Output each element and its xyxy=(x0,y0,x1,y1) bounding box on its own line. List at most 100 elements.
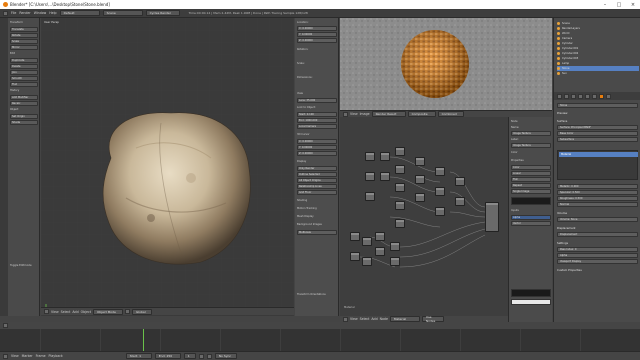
material-slot-field[interactable]: Stone xyxy=(557,103,638,108)
timeline-menu-frame[interactable]: Frame xyxy=(36,354,46,358)
node-color-section[interactable]: Color xyxy=(511,151,518,154)
translate-button[interactable]: Translate xyxy=(10,27,38,32)
flat-button[interactable]: Flat xyxy=(10,82,38,87)
node-properties-section[interactable]: Properties xyxy=(511,159,524,162)
outliner-row-cylinder-001[interactable]: Cylinder.001 xyxy=(557,46,639,51)
preview-section[interactable]: Preview xyxy=(557,111,567,115)
material-tab-icon[interactable] xyxy=(599,93,604,99)
node-image-preview[interactable] xyxy=(511,197,551,205)
section-object[interactable]: Object xyxy=(10,108,18,111)
np-cursor-x[interactable]: X: 0.00000 xyxy=(297,139,337,144)
base-color-field[interactable]: Base Color xyxy=(557,131,638,136)
viewport-menu-object[interactable]: Object xyxy=(81,310,91,314)
end-frame-field[interactable]: End: 250 xyxy=(154,353,181,359)
node-menu-add[interactable]: Add xyxy=(371,317,377,321)
np-lens-field[interactable]: Lens: 35.000 xyxy=(297,98,337,103)
render-tab-icon[interactable] xyxy=(557,93,562,99)
outliner-row-renderlayers[interactable]: RenderLayers xyxy=(557,26,639,31)
node-mix-2[interactable] xyxy=(380,172,390,181)
node-section[interactable]: Node xyxy=(511,120,518,123)
smooth-button[interactable]: Smooth xyxy=(10,76,38,81)
layout-dropdown[interactable]: Default xyxy=(59,10,100,16)
settings-section[interactable]: Settings xyxy=(557,241,568,245)
texture-tab-icon[interactable] xyxy=(606,93,611,99)
outliner-row-stone[interactable]: Stone xyxy=(557,66,639,71)
timeline-ruler[interactable] xyxy=(0,329,640,351)
node-menu-node[interactable]: Node xyxy=(380,317,388,321)
image-menu-image[interactable]: Image xyxy=(360,112,370,116)
scene-dropdown[interactable]: Scene xyxy=(102,10,143,16)
node-alpha-socket[interactable]: Alpha xyxy=(511,215,551,220)
image-menu-view[interactable]: View xyxy=(350,112,358,116)
node-wave[interactable] xyxy=(362,257,372,266)
outliner-row-scene[interactable]: Scene xyxy=(557,21,639,26)
scale-button[interactable]: Scale xyxy=(10,39,38,44)
node-editor[interactable]: Material xyxy=(340,117,508,316)
node-color-swatch-light[interactable] xyxy=(511,299,551,305)
play-icon[interactable] xyxy=(198,353,204,359)
current-frame-field[interactable]: 1 xyxy=(183,353,196,359)
outliner-row-lamp[interactable]: Lamp xyxy=(557,61,639,66)
displacement-section[interactable]: Displacement xyxy=(557,226,575,230)
menu-help[interactable]: Help xyxy=(49,11,56,15)
editor-type-icon[interactable] xyxy=(3,10,8,16)
section-transform[interactable]: Transform xyxy=(10,21,23,24)
join-button[interactable]: Join xyxy=(10,70,38,75)
tool-shelf-tabs[interactable] xyxy=(0,18,8,316)
np-motion-tracking[interactable]: Motion Tracking xyxy=(297,207,317,210)
node-interpolation[interactable]: Linear xyxy=(511,171,551,176)
node-mix-3[interactable] xyxy=(435,167,445,176)
material-list[interactable]: Material xyxy=(557,150,638,180)
current-frame-marker[interactable] xyxy=(143,329,144,351)
np-cursor-y[interactable]: Y: 0.00000 xyxy=(297,145,337,150)
node-mix-4[interactable] xyxy=(435,187,445,196)
viewport-canvas[interactable] xyxy=(41,18,294,316)
maximize-button[interactable]: □ xyxy=(612,0,626,9)
np-clip-start[interactable]: Start: 0.100 xyxy=(297,112,337,117)
image-editor-icon[interactable] xyxy=(343,111,348,117)
node-name-field[interactable]: Image Texture xyxy=(511,131,551,136)
engine-dropdown[interactable]: Cycles Render xyxy=(145,10,180,16)
np-field-z[interactable]: Z: 0.00000 xyxy=(297,38,337,43)
node-texture-2[interactable] xyxy=(365,172,375,181)
3d-viewport[interactable]: User Persp (1) Stone xyxy=(41,18,294,316)
outliner-row-sun[interactable]: Sun xyxy=(557,71,639,76)
np-view-section[interactable]: View xyxy=(297,92,303,95)
roughness-field[interactable]: Roughness: 0.500 xyxy=(557,196,638,201)
outliner-row-camera[interactable]: Camera xyxy=(557,36,639,41)
shading-icon[interactable] xyxy=(124,309,130,314)
node-inputs-section[interactable]: Inputs xyxy=(511,209,519,212)
subsurface-field[interactable]: Subsurface xyxy=(557,137,638,142)
node-extension[interactable]: Repeat xyxy=(511,183,551,188)
render-result-image[interactable] xyxy=(340,18,552,110)
outliner-row-cylinder-003[interactable]: Cylinder.003 xyxy=(557,56,639,61)
section-edit[interactable]: Edit xyxy=(10,52,15,55)
np-all-origins[interactable]: All Object Origins xyxy=(297,178,337,183)
viewport-menu-add[interactable]: Add xyxy=(72,310,78,314)
node-color-ramp-2[interactable] xyxy=(395,165,405,174)
np-field-y[interactable]: Y: 0.00000 xyxy=(297,32,337,37)
specular-field[interactable]: Specular: 0.500 xyxy=(557,190,638,195)
np-only-render[interactable]: Only Render xyxy=(297,166,337,171)
node-label-field[interactable]: Image Texture xyxy=(511,143,551,148)
volume-field[interactable]: Volume: None xyxy=(557,217,638,222)
node-bump[interactable] xyxy=(455,177,465,186)
node-musgrave-1[interactable] xyxy=(390,242,400,251)
modifiers-tab-icon[interactable] xyxy=(592,93,597,99)
node-math-2[interactable] xyxy=(415,175,425,184)
start-frame-field[interactable]: Start: 1 xyxy=(125,353,152,359)
section-history[interactable]: History xyxy=(10,89,19,92)
rotate-button[interactable]: Rotate xyxy=(10,33,38,38)
node-color-ramp-4[interactable] xyxy=(395,201,405,210)
timeline-menu-playback[interactable]: Playback xyxy=(49,354,63,358)
outliner-row-cylinder-002[interactable]: Cylinder.002 xyxy=(557,51,639,56)
outliner-row-cylinder[interactable]: Cylinder xyxy=(557,41,639,46)
np-cursor-z[interactable]: Z: 0.00000 xyxy=(297,151,337,156)
node-projection[interactable]: Flat xyxy=(511,177,551,182)
node-principled-bsdf[interactable] xyxy=(485,202,499,232)
shade-button[interactable]: Shade xyxy=(10,120,38,125)
np-multiview[interactable]: Multiview xyxy=(297,230,337,235)
sync-dropdown[interactable]: No Sync xyxy=(214,353,237,359)
node-math-3[interactable] xyxy=(415,193,425,202)
node-color-space[interactable]: Color xyxy=(511,165,551,170)
